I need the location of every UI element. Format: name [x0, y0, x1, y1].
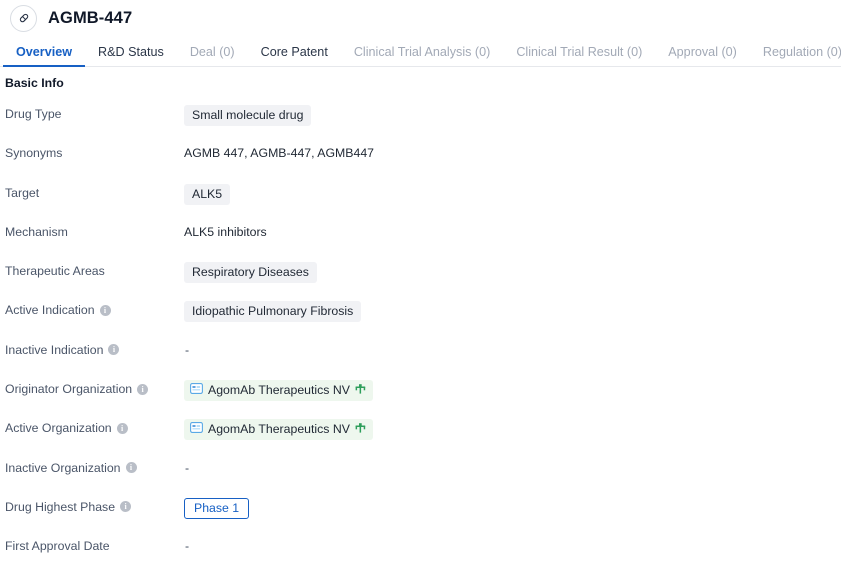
row-label-text: Drug Type: [5, 107, 62, 121]
company-badge-icon: [190, 383, 203, 397]
organization-name[interactable]: AgomAb Therapeutics NV: [208, 383, 350, 397]
tab-deal-0[interactable]: Deal (0): [177, 45, 248, 66]
info-row: Synonyms AGMB 447, AGMB-447, AGMB447: [0, 143, 841, 182]
row-label-text: First Approval Date: [5, 539, 110, 554]
info-row: Target ALK5: [0, 183, 841, 222]
row-value: ALK5: [184, 183, 841, 205]
info-icon[interactable]: i: [137, 383, 149, 395]
organization-chip[interactable]: AgomAb Therapeutics NV: [184, 380, 373, 402]
value-text: AGMB 447, AGMB-447, AGMB447: [184, 146, 375, 161]
empty-value: -: [185, 539, 190, 554]
row-label: Active Organization i: [5, 418, 184, 436]
tab-overview[interactable]: Overview: [3, 45, 86, 67]
info-icon[interactable]: i: [120, 501, 132, 513]
row-label: Active Indication i: [5, 300, 184, 318]
row-label-text: Drug Highest Phase: [5, 499, 116, 514]
row-value: -: [184, 340, 841, 359]
row-value: Respiratory Diseases: [184, 261, 841, 284]
row-label: Therapeutic Areas: [5, 261, 184, 279]
info-icon[interactable]: i: [108, 344, 120, 356]
row-value: AgomAb Therapeutics NV: [184, 418, 841, 441]
tab-bar: Overview R&D Status Deal (0) Core Patent Cli…: [0, 36, 841, 67]
row-label-text: Originator Organization: [5, 382, 133, 397]
info-row: Inactive Organization i -: [0, 458, 841, 497]
empty-value: -: [185, 342, 190, 357]
row-label: Target: [5, 183, 184, 201]
tab-r-d-status[interactable]: R&D Status: [85, 45, 177, 66]
row-value: Phase 1: [184, 497, 841, 519]
empty-value: -: [185, 460, 190, 475]
info-row: Drug Type Small molecule drug: [0, 104, 841, 143]
info-row: First Approval Date -: [0, 536, 841, 575]
drug-header: AGMB-447: [0, 0, 841, 36]
row-label-text: Inactive Indication: [5, 342, 104, 357]
phase-badge[interactable]: Phase 1: [184, 497, 250, 519]
tab-approval-0[interactable]: Approval (0): [655, 45, 750, 66]
section-title-basic-info: Basic Info: [5, 76, 64, 90]
row-label: Inactive Indication i: [5, 340, 184, 358]
org-hierarchy-icon[interactable]: [355, 422, 366, 436]
row-label: Drug Highest Phase i: [5, 497, 184, 515]
value-chip[interactable]: Small molecule drug: [184, 105, 312, 126]
row-label-text: Target: [5, 185, 40, 200]
organization-chip[interactable]: AgomAb Therapeutics NV: [184, 419, 373, 441]
org-hierarchy-icon[interactable]: [355, 383, 366, 397]
row-value: AgomAb Therapeutics NV: [184, 379, 841, 402]
info-icon[interactable]: i: [99, 304, 111, 316]
basic-info-rows: Drug Type Small molecule drug Synonyms AGMB…: [0, 104, 841, 576]
row-value: Small molecule drug: [184, 104, 841, 126]
info-row: Drug Highest Phase i Phase 1: [0, 497, 841, 536]
tab-regulation-0[interactable]: Regulation (0): [750, 45, 841, 66]
organization-name[interactable]: AgomAb Therapeutics NV: [208, 422, 350, 436]
row-value: AGMB 447, AGMB-447, AGMB447: [184, 143, 841, 162]
info-row: Active Organization i AgomAb Therapeutics …: [0, 418, 841, 457]
company-badge-icon: [190, 422, 203, 436]
info-icon[interactable]: i: [116, 422, 128, 434]
row-value: ALK5 inhibitors: [184, 222, 841, 241]
row-label: Synonyms: [5, 143, 184, 161]
row-label: Originator Organization i: [5, 379, 184, 397]
row-label-text: Synonyms: [5, 146, 63, 161]
row-value: Idiopathic Pulmonary Fibrosis: [184, 300, 841, 323]
row-value: -: [184, 536, 841, 555]
value-chip[interactable]: ALK5: [184, 183, 231, 205]
row-label-text: Mechanism: [5, 224, 68, 239]
value-chip[interactable]: Idiopathic Pulmonary Fibrosis: [184, 301, 362, 323]
tab-core-patent[interactable]: Core Patent: [248, 45, 341, 66]
info-row: Therapeutic Areas Respiratory Diseases: [0, 261, 841, 300]
overview-panel: Basic Info Drug Type Small molecule drug S…: [0, 67, 841, 576]
info-row: Active Indication i Idiopathic Pulmonary F…: [0, 300, 841, 339]
info-row: Inactive Indication i -: [0, 340, 841, 379]
row-value: -: [184, 458, 841, 477]
row-label: Drug Type: [5, 104, 184, 122]
tab-clinical-trial-analysis-0[interactable]: Clinical Trial Analysis (0): [341, 45, 503, 66]
row-label: Mechanism: [5, 222, 184, 240]
row-label-text: Active Organization: [5, 421, 112, 436]
tab-clinical-trial-result-0[interactable]: Clinical Trial Result (0): [503, 45, 655, 66]
page-title: AGMB-447: [48, 8, 133, 27]
row-label-text: Therapeutic Areas: [5, 264, 105, 279]
row-label: First Approval Date: [5, 536, 184, 554]
capsule-pill-icon: [10, 4, 37, 32]
info-row: Originator Organization i AgomAb Therapeut…: [0, 379, 841, 418]
value-chip[interactable]: Respiratory Diseases: [184, 262, 317, 284]
row-label-text: Active Indication: [5, 303, 95, 318]
row-label: Inactive Organization i: [5, 458, 184, 476]
row-label-text: Inactive Organization: [5, 460, 121, 475]
info-row: Mechanism ALK5 inhibitors: [0, 222, 841, 261]
info-icon[interactable]: i: [125, 462, 137, 474]
value-text: ALK5 inhibitors: [184, 224, 267, 239]
